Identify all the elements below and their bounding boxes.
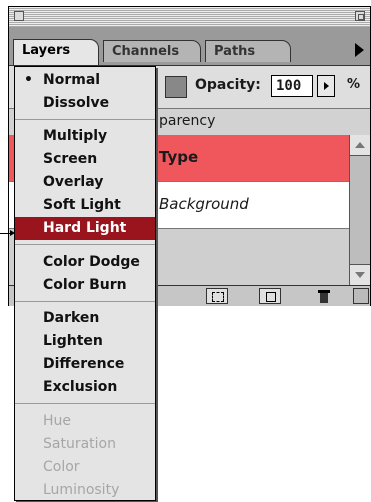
menu-separator <box>15 244 155 245</box>
new-layer-icon[interactable] <box>259 288 281 304</box>
menu-item-color: Color <box>43 459 80 475</box>
opacity-slider-button[interactable] <box>317 75 335 97</box>
menu-item-hard-light[interactable]: Hard Light <box>15 217 155 240</box>
palette-titlebar[interactable] <box>9 7 370 28</box>
menu-item-dissolve[interactable]: Dissolve <box>15 92 155 115</box>
checkmark-icon: • <box>24 72 33 88</box>
zoom-box-icon[interactable] <box>355 11 365 21</box>
scroll-up-arrow-icon[interactable] <box>350 135 370 156</box>
tab-layers[interactable]: Layers <box>13 39 99 65</box>
menu-item-difference[interactable]: Difference <box>15 353 155 376</box>
menu-item-luminosity: Luminosity <box>43 482 120 498</box>
menu-item-soft-light[interactable]: Soft Light <box>15 194 155 217</box>
menu-item-color-dodge[interactable]: Color Dodge <box>15 251 155 274</box>
tab-channels[interactable]: Channels <box>103 40 201 62</box>
palette-tabs: Layers Channels Paths <box>9 27 370 66</box>
opacity-label: Opacity: <box>195 77 261 93</box>
palette-menu-arrow-icon[interactable] <box>355 43 364 57</box>
menu-item-lighten[interactable]: Lighten <box>15 330 155 353</box>
tab-paths[interactable]: Paths <box>205 40 291 62</box>
menu-item-color-burn[interactable]: Color Burn <box>15 274 155 297</box>
scroll-down-arrow-icon[interactable] <box>350 264 370 285</box>
layer-name: Background <box>159 195 249 213</box>
menu-item-normal[interactable]: • Normal <box>15 69 155 92</box>
menu-item-overlay[interactable]: Overlay <box>15 171 155 194</box>
preserve-transparency-label: parency <box>159 113 216 129</box>
menu-item-darken[interactable]: Darken <box>15 307 155 330</box>
layers-scrollbar[interactable] <box>349 135 370 285</box>
menu-item-exclusion[interactable]: Exclusion <box>15 376 155 399</box>
menu-item-hue: Hue <box>43 413 72 429</box>
menu-item-saturation: Saturation <box>43 436 116 452</box>
percent-sign: % <box>347 77 361 92</box>
layer-name: Type <box>159 148 199 166</box>
menu-item-multiply[interactable]: Multiply <box>15 125 155 148</box>
layer-mask-icon[interactable] <box>206 288 228 304</box>
menu-separator <box>15 403 155 404</box>
blend-mode-popup-arrow[interactable] <box>165 76 187 98</box>
blend-mode-menu: • Normal Dissolve Multiply Screen Overlay… <box>14 66 156 501</box>
trash-icon[interactable] <box>313 288 335 304</box>
menu-separator <box>15 119 155 120</box>
menu-item-screen[interactable]: Screen <box>15 148 155 171</box>
opacity-field[interactable]: 100 <box>271 75 313 97</box>
close-box-icon[interactable] <box>14 11 24 21</box>
resize-grip-icon[interactable] <box>353 288 369 304</box>
menu-separator <box>15 301 155 302</box>
